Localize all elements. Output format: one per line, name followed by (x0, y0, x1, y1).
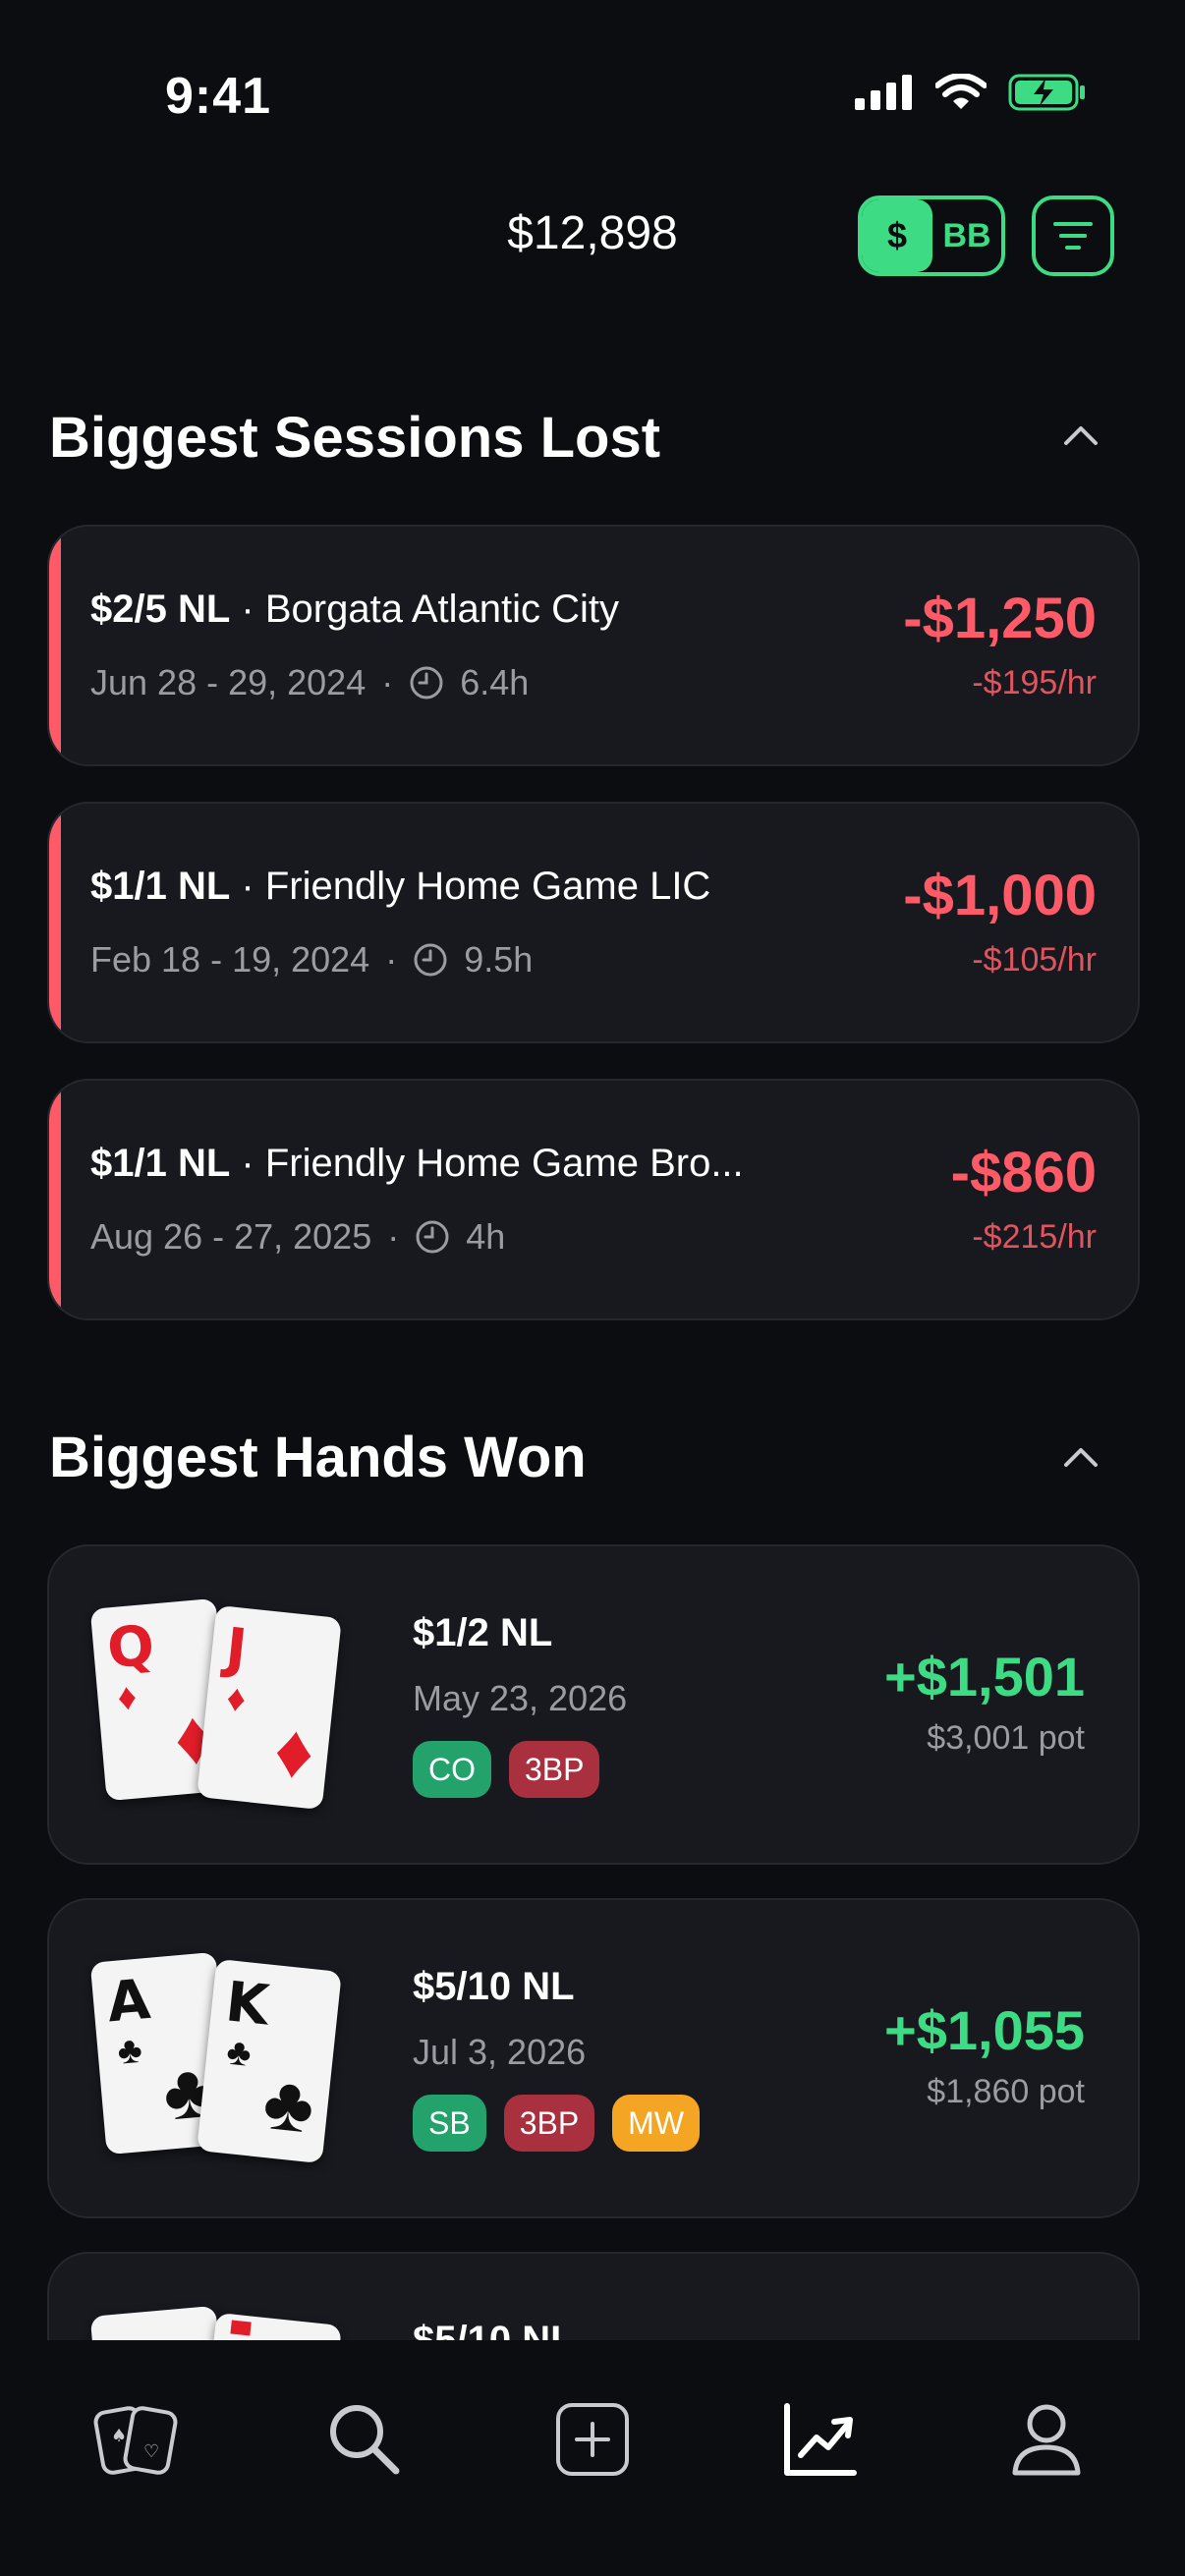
add-icon (556, 2403, 629, 2476)
tab-add[interactable] (538, 2385, 647, 2493)
session-rate: -$215/hr (972, 1218, 1097, 1256)
cards-icon: ♠ ♡ (93, 2406, 178, 2475)
tab-sessions[interactable]: ♠ ♡ (83, 2385, 191, 2493)
status-bar: 9:41 (0, 0, 1185, 187)
chart-icon (784, 2403, 857, 2476)
position-tag: SB (413, 2095, 486, 2152)
hand-pot: $1,860 pot (927, 2073, 1085, 2110)
session-card[interactable]: $2/5 NL · Borgata Atlantic City Jun 28 -… (47, 525, 1140, 766)
pot-type-tag: 3BP (509, 1741, 600, 1798)
hole-cards: Q ♦ ♦ J ♦ ♦ (89, 1597, 373, 1814)
session-card[interactable]: $1/1 NL · Friendly Home Game Bro... Aug … (47, 1079, 1140, 1320)
hand-card[interactable]: A ♣ ♣ K ♣ ♣ $5/10 NL Jul 3, 2026 SB 3BP … (47, 1898, 1140, 2218)
hand-date: Jul 3, 2026 (413, 2032, 587, 2072)
session-amount: -$1,000 (903, 864, 1097, 927)
playing-card-2: J ♦ ♦ (197, 1604, 342, 1811)
session-rate: -$105/hr (972, 941, 1097, 979)
multiway-tag: MW (612, 2095, 701, 2152)
svg-text:♠: ♠ (111, 2426, 127, 2446)
hole-cards: A ♣ ♣ K ♣ ♣ (89, 1951, 373, 2167)
total-balance: $12,898 (507, 207, 678, 259)
session-amount: -$860 (950, 1141, 1097, 1204)
collapse-sessions-chevron-icon[interactable] (1063, 424, 1099, 446)
sessions-section-title: Biggest Sessions Lost (49, 406, 661, 470)
clock-icon (410, 666, 443, 700)
position-tag: CO (413, 1741, 491, 1798)
session-title: $1/1 NL · Friendly Home Game Bro... (90, 1142, 744, 1185)
svg-text:♡: ♡ (143, 2441, 159, 2462)
signal-icon (855, 75, 912, 110)
playing-card-2: K ♣ ♣ (197, 1958, 342, 2164)
hand-stakes: $5/10 NL (413, 1965, 575, 2008)
pot-type-tag: 3BP (503, 2095, 595, 2152)
tab-profile[interactable] (992, 2385, 1100, 2493)
loss-indicator-bar (49, 1081, 61, 1318)
session-title: $2/5 NL · Borgata Atlantic City (90, 588, 620, 631)
filter-button[interactable] (1032, 196, 1114, 276)
session-amount: -$1,250 (903, 587, 1097, 650)
hand-amount: +$1,501 (884, 1646, 1085, 1708)
session-card[interactable]: $1/1 NL · Friendly Home Game LIC Feb 18 … (47, 802, 1140, 1043)
tab-bar: ♠ ♡ (0, 2340, 1185, 2576)
hand-date: May 23, 2026 (413, 1678, 628, 1718)
session-dates: Aug 26 - 27, 2025 (90, 1216, 372, 1257)
session-meta: Aug 26 - 27, 2025 · 4h (90, 1216, 506, 1257)
session-dates: Feb 18 - 19, 2024 (90, 939, 370, 980)
tab-search[interactable] (310, 2385, 419, 2493)
filter-icon (1053, 222, 1093, 250)
tab-stats[interactable] (766, 2385, 875, 2493)
loss-indicator-bar (49, 804, 61, 1041)
profile-icon (1012, 2404, 1081, 2476)
hand-card[interactable]: Q ♦ ♦ J ♦ ♦ $1/2 NL May 23, 2026 CO 3BP … (47, 1544, 1140, 1865)
session-duration: 6.4h (460, 662, 530, 702)
unit-toggle-dollar[interactable]: $ (862, 199, 932, 272)
session-title: $1/1 NL · Friendly Home Game LIC (90, 865, 711, 908)
session-rate: -$195/hr (972, 664, 1097, 701)
hand-amount: +$1,055 (884, 1999, 1085, 2061)
clock-icon (416, 1220, 449, 1254)
hands-section-title: Biggest Hands Won (49, 1426, 587, 1489)
hand-pot: $3,001 pot (927, 1719, 1085, 1757)
session-dates: Jun 28 - 29, 2024 (90, 662, 367, 702)
loss-indicator-bar (49, 527, 61, 764)
session-duration: 9.5h (464, 939, 534, 980)
clock-icon (414, 943, 447, 977)
battery-icon (1008, 74, 1085, 111)
status-time: 9:41 (165, 68, 272, 125)
session-duration: 4h (466, 1216, 506, 1257)
wifi-icon (935, 74, 987, 109)
collapse-hands-chevron-icon[interactable] (1063, 1446, 1099, 1468)
search-icon (330, 2405, 400, 2475)
session-meta: Feb 18 - 19, 2024 · 9.5h (90, 939, 534, 980)
unit-toggle[interactable]: $ BB (858, 196, 1005, 276)
session-meta: Jun 28 - 29, 2024 · 6.4h (90, 662, 530, 702)
hand-stakes: $1/2 NL (413, 1611, 553, 1654)
unit-toggle-bb[interactable]: BB (932, 199, 1001, 272)
